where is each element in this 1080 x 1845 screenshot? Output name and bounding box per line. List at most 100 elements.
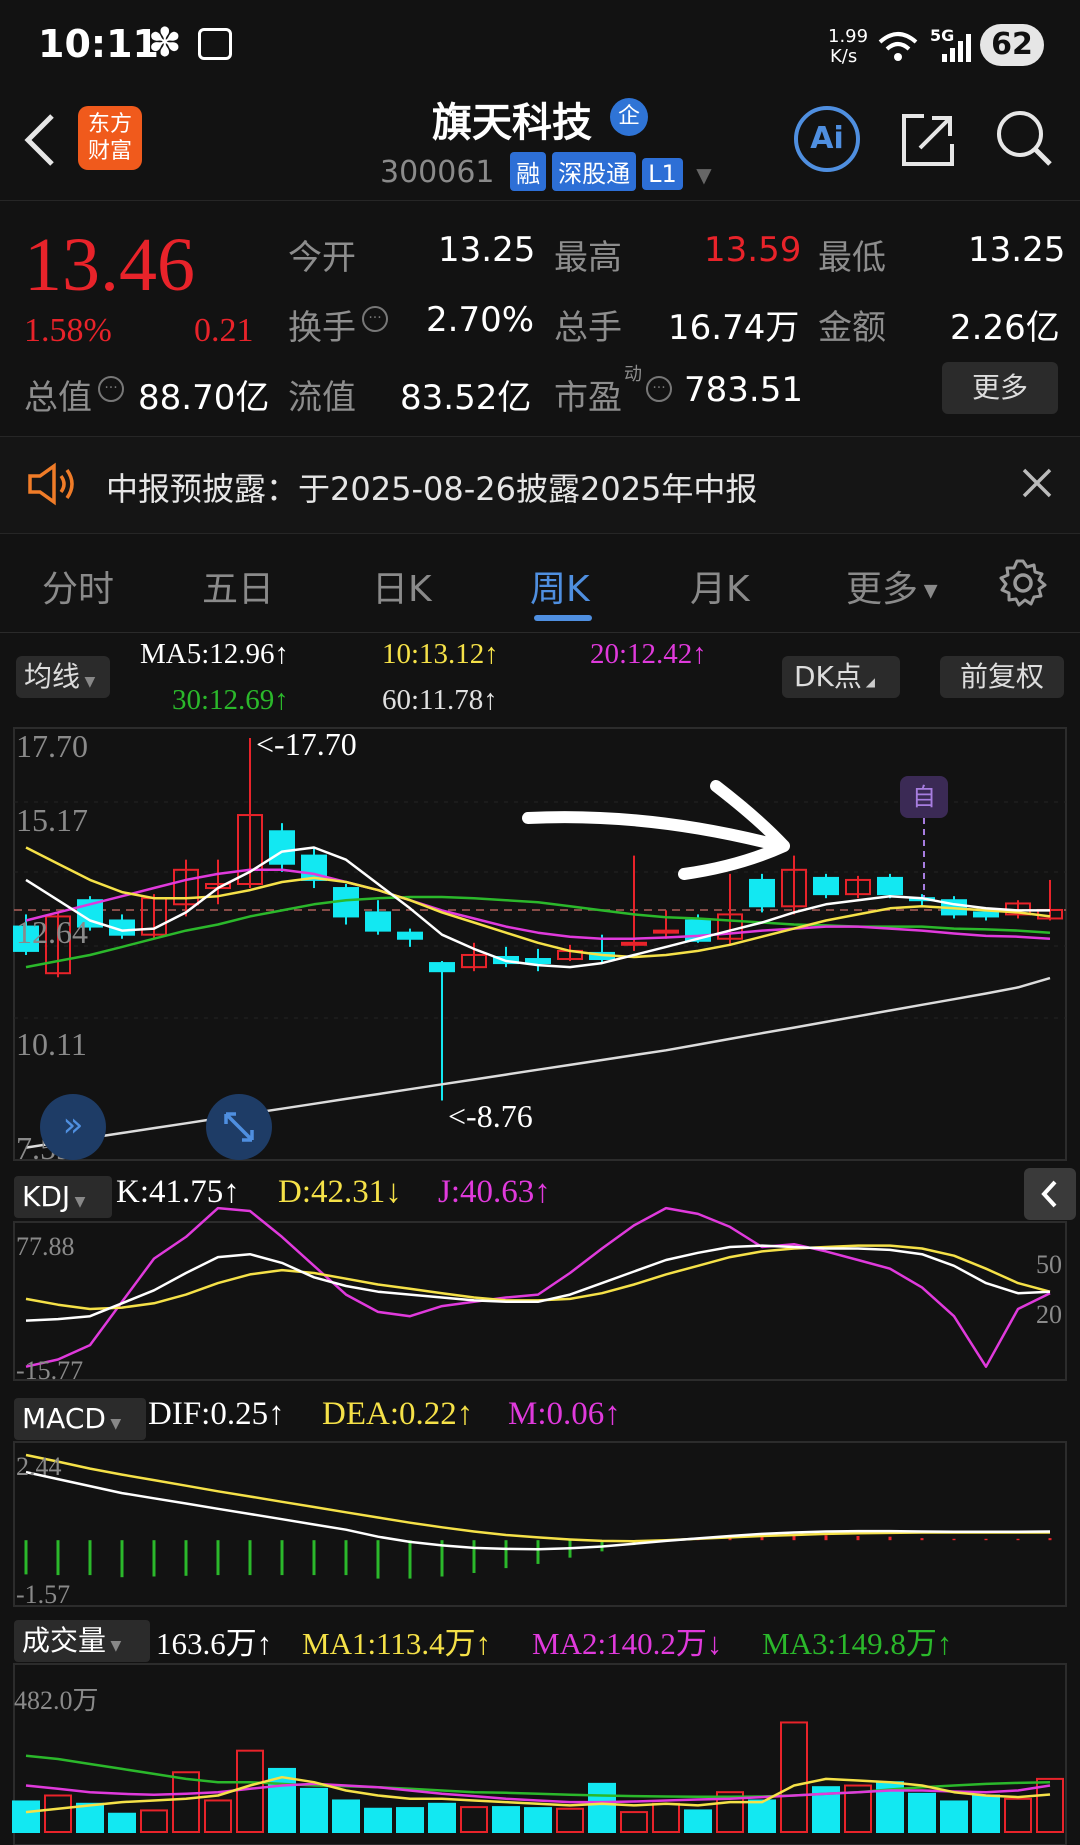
- tab-more-label: 更多: [846, 569, 919, 610]
- price-axis-label: 15.17: [16, 802, 88, 838]
- candle-body: [653, 929, 679, 934]
- kline-chart[interactable]: [0, 720, 1080, 1845]
- volume-ma3: MA3:149.8万↑: [762, 1626, 953, 1661]
- macd-dif-value: DIF:0.25↑: [148, 1396, 285, 1432]
- kdj-k-line: [25, 1244, 1051, 1322]
- logo-line2: 财富: [87, 139, 132, 164]
- candle-body: [877, 876, 903, 896]
- volume-bar: [492, 1806, 520, 1834]
- net-speed-value: 1.99: [828, 26, 869, 47]
- ma-selector[interactable]: 均线 ▼: [16, 656, 110, 698]
- logo-line1: 东方: [87, 112, 132, 137]
- tag-connect: 深股通: [552, 152, 637, 191]
- dk-point-label: DK点: [794, 660, 862, 693]
- self-select-marker[interactable]: 自: [900, 776, 948, 818]
- volume-ma2: MA2:140.2万↓: [532, 1626, 723, 1661]
- active-tab-indicator: [534, 615, 592, 621]
- share-icon: [902, 114, 954, 166]
- ma30-value: 30:12.69↑: [172, 684, 289, 716]
- chart-settings-button[interactable]: [998, 558, 1048, 612]
- volume-selector-label: 成交量: [22, 1624, 107, 1657]
- volume-bar: [748, 1799, 776, 1833]
- min-price-note: <-8.76: [448, 1098, 533, 1134]
- kdj-selector[interactable]: KDJ ▼: [14, 1176, 112, 1218]
- notice-text[interactable]: 中报预披露：于2025-08-26披露2025年中报: [106, 464, 757, 510]
- app-logo: 东方 财富: [78, 106, 142, 170]
- candle-body: [525, 958, 551, 965]
- caret-down-icon[interactable]: ▼: [696, 163, 711, 187]
- ma10-value: 10:13.12↑: [382, 638, 499, 670]
- macd-selector[interactable]: MACD ▼: [14, 1398, 146, 1440]
- macd-axis-bottom: -1.57: [16, 1580, 71, 1609]
- dk-point-button[interactable]: DK点 ◢: [782, 656, 900, 698]
- price-axis-label: 10.11: [16, 1026, 87, 1062]
- volume-bar: [12, 1800, 40, 1833]
- pe-info-icon[interactable]: ···: [646, 376, 672, 402]
- screenshot-icon: [198, 28, 232, 60]
- open-value: 13.25: [438, 230, 536, 270]
- search-button[interactable]: [994, 108, 1054, 172]
- candle-body: [973, 911, 999, 918]
- app-root: 10:11 ✽ 1.99 K/s 5G 62 东方 财富 旗天科技 企 3000…: [0, 0, 1080, 1845]
- stock-title: 旗天科技: [432, 100, 592, 146]
- volume-bar: [428, 1802, 456, 1833]
- macd-selector-label: MACD: [22, 1402, 106, 1435]
- ai-button[interactable]: Ai: [794, 106, 860, 172]
- battery-indicator: 62: [980, 24, 1044, 66]
- tab-more[interactable]: 更多 ▼: [846, 560, 938, 612]
- kdj-axis-top: 77.88: [16, 1232, 75, 1261]
- volume-bar: [620, 1811, 648, 1834]
- tab-five-day[interactable]: 五日: [202, 560, 274, 612]
- tab-daily-k[interactable]: 日K: [372, 560, 432, 612]
- turnover-label: 换手: [288, 308, 356, 348]
- tab-weekly-k[interactable]: 周K: [530, 560, 590, 612]
- price-axis-label: 12.64: [16, 914, 88, 950]
- close-notice-button[interactable]: [1020, 466, 1054, 504]
- change-percent: 1.58%: [24, 312, 112, 349]
- tab-monthly-k[interactable]: 月K: [690, 560, 750, 612]
- share-button[interactable]: [898, 110, 958, 174]
- low-value: 13.25: [968, 230, 1066, 270]
- kdj-j-value: J:40.63↑: [438, 1174, 551, 1210]
- price-axis-label: 17.70: [16, 728, 88, 764]
- gear-icon: [999, 559, 1047, 607]
- float-cap-label: 流值: [288, 378, 356, 418]
- pe-superscript: 动: [624, 364, 642, 385]
- volume-bar: [1004, 1797, 1032, 1833]
- back-button[interactable]: [20, 112, 60, 172]
- total-cap-info-icon[interactable]: ···: [98, 376, 124, 402]
- caret-down-icon: ▼: [106, 1638, 122, 1654]
- high-value: 13.59: [704, 230, 802, 270]
- turnover-info-icon[interactable]: ···: [362, 306, 388, 332]
- kdj-ref-50: 50: [1036, 1250, 1062, 1279]
- more-quote-button[interactable]: 更多: [942, 362, 1058, 414]
- chevron-left-icon: [1041, 1180, 1057, 1208]
- macd-axis-top: 2.44: [16, 1452, 62, 1481]
- low-label: 最低: [818, 238, 886, 278]
- expand-right-button[interactable]: »: [40, 1094, 106, 1160]
- wifi-icon: [876, 28, 920, 66]
- annotation-arrow: [522, 780, 790, 880]
- volume-bar: [652, 1802, 680, 1833]
- search-icon: [997, 111, 1052, 166]
- resize-icon: [224, 1112, 254, 1142]
- panel-frame: [13, 1441, 1067, 1607]
- macd-dea-value: DEA:0.22↑: [322, 1396, 474, 1432]
- volume-bar: [940, 1800, 968, 1833]
- volume-selector[interactable]: 成交量 ▼: [14, 1620, 150, 1662]
- open-label: 今开: [288, 238, 356, 278]
- tab-intraday[interactable]: 分时: [42, 560, 114, 612]
- last-price: 13.46: [24, 223, 195, 307]
- fullscreen-button[interactable]: [206, 1094, 272, 1160]
- caret-down-icon: ▼: [80, 674, 96, 690]
- volume-bar: [236, 1749, 264, 1834]
- price-adjust-button[interactable]: 前复权: [940, 656, 1064, 698]
- volume-bar: [972, 1794, 1000, 1833]
- status-time: 10:11: [38, 22, 159, 66]
- collapse-panel-button[interactable]: [1024, 1168, 1076, 1220]
- volume-bar: [908, 1792, 936, 1833]
- kdj-k-value: K:41.75↑: [116, 1174, 240, 1210]
- double-chevron-right-icon: »: [62, 1105, 84, 1145]
- ma5-value: MA5:12.96↑: [140, 638, 290, 670]
- ma60-value: 60:11.78↑: [382, 684, 498, 716]
